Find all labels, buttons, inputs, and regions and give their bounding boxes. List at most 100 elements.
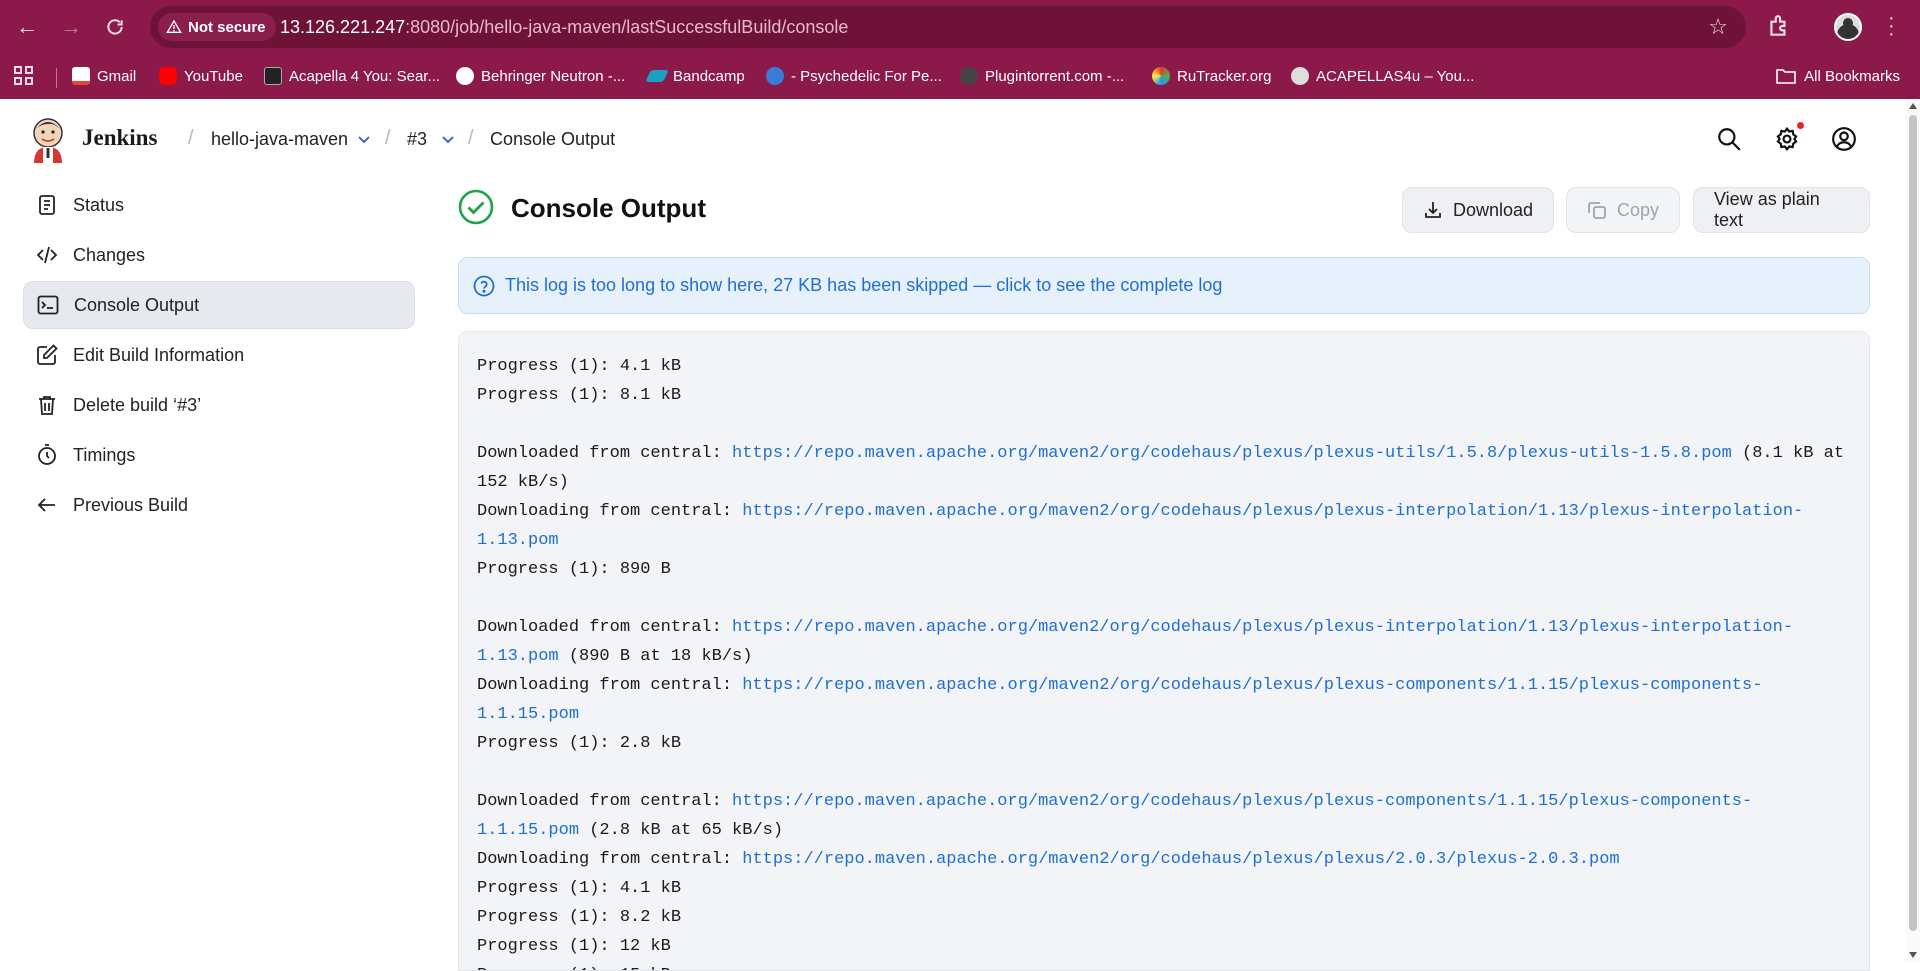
sidebar-item-timings[interactable]: Timings (23, 431, 415, 479)
page-scrollbar[interactable] (1906, 99, 1920, 962)
bookmark-star-icon[interactable]: ☆ (1708, 14, 1728, 40)
sidebar-item-label: Changes (73, 244, 146, 265)
sidebar-item-delete-build[interactable]: Delete build ‘#3’ (23, 381, 415, 429)
console-line: Progress (1): 890 B (477, 560, 671, 579)
notification-dot (1797, 122, 1804, 129)
console-line: Progress (1): 8.2 kB (477, 908, 682, 927)
sidebar-item-changes[interactable]: Changes (23, 231, 415, 279)
console-line: Progress (1): 15 kB (477, 961, 1851, 970)
folder-icon (1776, 69, 1796, 84)
main-content: Console Output Download Copy View as pla… (458, 181, 1870, 971)
rutracker-icon (1152, 67, 1170, 85)
console-line-suffix: (890 B at 18 kB/s) (558, 647, 753, 666)
console-line: Progress (1): 2.8 kB (477, 734, 682, 753)
profile-avatar[interactable] (1834, 13, 1862, 41)
security-badge[interactable]: Not secure (158, 13, 276, 41)
success-check-icon (458, 189, 494, 225)
bookmark-acapella4you[interactable]: Acapella 4 You: Sear... (264, 64, 440, 88)
url-text[interactable]: 13.126.221.247:8080/job/hello-java-maven… (280, 17, 848, 38)
scroll-up-arrow-icon[interactable] (1909, 103, 1917, 109)
console-line: Downloading from central: https://repo.m… (477, 845, 1851, 874)
bookmark-plugintorrent[interactable]: Plugintorrent.com -... (960, 64, 1124, 88)
bookmark-youtube[interactable]: YouTube (159, 64, 243, 88)
code-icon (36, 246, 58, 264)
title-row: Console Output Download Copy View as pla… (458, 181, 1870, 241)
apps-grid-icon[interactable] (14, 66, 34, 86)
extensions-icon[interactable] (1766, 13, 1792, 39)
help-circle-icon (473, 275, 495, 296)
console-line-prefix: Downloaded from central: (477, 444, 733, 463)
acapellas4u-icon (1291, 67, 1309, 85)
bookmarks-divider (56, 68, 57, 88)
page-title: Console Output (511, 193, 706, 223)
user-account-icon[interactable] (1831, 126, 1857, 152)
sidebar-item-status[interactable]: Status (23, 181, 415, 229)
artifact-link[interactable]: https://repo.maven.apache.org/maven2/org… (742, 850, 1619, 869)
view-plain-text-button[interactable]: View as plain text (1693, 187, 1870, 233)
breadcrumb-job[interactable]: hello-java-maven (211, 129, 348, 150)
log-truncated-notice[interactable]: This log is too long to show here, 27 KB… (458, 257, 1870, 314)
chevron-down-icon[interactable] (356, 131, 372, 147)
browser-menu-icon[interactable]: · · · (1888, 8, 1895, 44)
security-label: Not secure (188, 18, 266, 36)
breadcrumb-separator: / (188, 127, 194, 149)
chevron-down-icon[interactable] (440, 131, 456, 147)
jenkins-page: Jenkins / hello-java-maven / #3 / Consol… (0, 99, 1920, 971)
forward-icon[interactable]: → (56, 12, 86, 42)
download-icon (1425, 202, 1441, 218)
breadcrumb-separator: / (468, 127, 474, 149)
arrow-left-icon (37, 498, 55, 512)
bookmark-psychedelic[interactable]: - Psychedelic For Pe... (766, 64, 942, 88)
console-line-prefix: Downloading from central: (477, 502, 743, 521)
edit-icon (37, 344, 58, 365)
youtube-icon (159, 67, 177, 85)
scroll-down-arrow-icon[interactable] (1909, 952, 1917, 958)
console-line: Downloaded from central: https://repo.ma… (477, 613, 1851, 671)
console-line: Progress (1): 4.1 kB (477, 357, 682, 376)
console-line: Downloaded from central: https://repo.ma… (477, 787, 1851, 845)
console-line-prefix: Downloading from central: (477, 676, 743, 695)
breadcrumb-build[interactable]: #3 (407, 129, 427, 150)
back-icon[interactable]: ← (12, 12, 42, 42)
console-line-prefix: Downloaded from central: (477, 618, 733, 637)
notice-text: This log is too long to show here, 27 KB… (505, 275, 1223, 295)
console-line-prefix: Downloaded from central: (477, 792, 733, 811)
download-button[interactable]: Download (1402, 187, 1555, 233)
page-header: Jenkins / hello-java-maven / #3 / Consol… (0, 99, 1900, 181)
sidebar-item-label: Status (73, 194, 125, 215)
jenkins-logo-icon[interactable] (30, 117, 66, 163)
scroll-thumb[interactable] (1909, 115, 1917, 931)
bookmark-rutracker[interactable]: RuTracker.org (1152, 64, 1271, 88)
reload-icon[interactable] (100, 12, 130, 42)
breadcrumb-separator: / (385, 127, 391, 149)
console-line: Downloading from central: https://repo.m… (477, 671, 1851, 729)
sidebar-item-label: Edit Build Information (73, 344, 245, 365)
console-line-prefix: Downloading from central: (477, 850, 743, 869)
sidebar-item-previous-build[interactable]: Previous Build (23, 481, 415, 529)
sidebar-item-edit-build-info[interactable]: Edit Build Information (23, 331, 415, 379)
terminal-icon (37, 295, 59, 315)
sidebar-item-label: Previous Build (73, 494, 189, 515)
console-line: Progress (1): 4.1 kB (477, 879, 682, 898)
copy-icon (1588, 202, 1606, 219)
warning-icon (166, 19, 182, 33)
all-bookmarks[interactable]: All Bookmarks (1776, 64, 1900, 88)
sidebar-item-label: Console Output (74, 294, 200, 315)
sidebar-item-console-output[interactable]: Console Output (23, 281, 415, 329)
bookmark-bandcamp[interactable]: Bandcamp (645, 64, 745, 88)
sidebar: Status Changes Console Output Edit Build… (23, 181, 415, 531)
jenkins-brand[interactable]: Jenkins (82, 125, 157, 151)
stopwatch-icon (38, 444, 56, 465)
search-icon[interactable] (1716, 126, 1742, 152)
bookmark-behringer[interactable]: Behringer Neutron -... (456, 64, 625, 88)
address-bar[interactable]: Not secure 13.126.221.247:8080/job/hello… (150, 6, 1746, 48)
bookmark-gmail[interactable]: Gmail (72, 64, 136, 88)
console-line: Downloading from central: https://repo.m… (477, 497, 1851, 555)
gear-icon[interactable] (1774, 126, 1800, 152)
copy-button[interactable]: Copy (1566, 187, 1681, 233)
bookmark-acapellas4u[interactable]: ACAPELLAS4u – You... (1291, 64, 1474, 88)
artifact-link[interactable]: https://repo.maven.apache.org/maven2/org… (732, 444, 1732, 463)
